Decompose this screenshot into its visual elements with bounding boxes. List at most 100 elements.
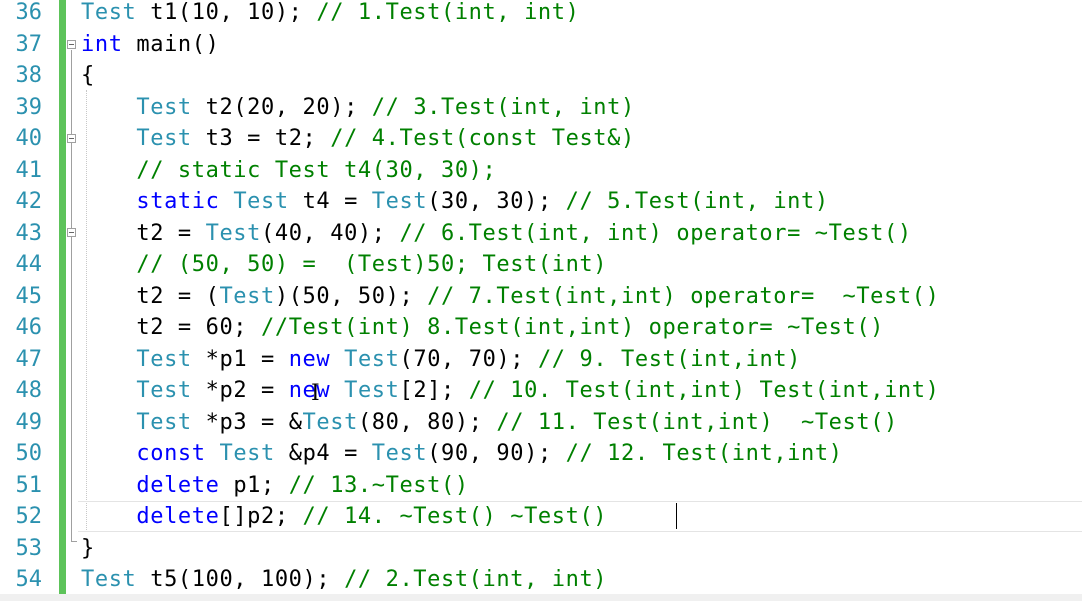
code-editor[interactable]: 36 37 38 39 40 41 42 43 44 45 46 47 48 49 50 51 52 53 54 T… xyxy=(0,0,1082,601)
code-token: t5(100, 100); xyxy=(136,567,345,592)
code-line[interactable]: t2 = 60; //Test(int) 8.Test(int,int) ope… xyxy=(81,312,884,344)
code-token: &p4 = xyxy=(274,441,372,466)
code-token: Test xyxy=(136,126,192,151)
code-line[interactable]: Test *p2 = new Test[2]; // 10. Test(int,… xyxy=(81,375,939,407)
code-line[interactable]: delete p1; // 13.~Test() xyxy=(81,470,469,502)
code-token: delete xyxy=(136,472,220,498)
code-token: Test xyxy=(205,220,261,246)
code-line[interactable]: Test t5(100, 100); // 2.Test(int, int) xyxy=(81,564,607,596)
code-token: static xyxy=(136,189,220,214)
code-token: new xyxy=(288,346,331,372)
code-line[interactable]: Test t2(20, 20); // 3.Test(int, int) xyxy=(81,92,635,124)
code-token: // 5.Test(int, int) xyxy=(565,189,829,214)
code-token: *p1 = xyxy=(191,346,289,372)
code-token: p1; xyxy=(219,472,289,498)
code-token: Test xyxy=(371,189,428,214)
code-token: (40, 40); xyxy=(261,220,400,246)
code-token: (80, 80); xyxy=(357,409,497,435)
code-line[interactable]: // static Test t4(30, 30); xyxy=(81,155,496,187)
code-token: Test xyxy=(136,346,192,372)
code-token: // 11. Test(int,int) ~Test() xyxy=(496,409,898,435)
line-number: 36 xyxy=(15,0,43,25)
code-line[interactable]: int main() xyxy=(81,29,219,61)
line-number: 38 xyxy=(15,63,43,88)
code-token: t1(10, 10); xyxy=(136,0,317,25)
code-token: Test xyxy=(344,346,400,372)
code-line[interactable]: const Test &p4 = Test(90, 90); // 12. Te… xyxy=(81,438,843,470)
code-token: Test xyxy=(219,283,275,309)
code-token: Test xyxy=(344,378,400,403)
code-token: // 10. Test(int,int) Test(int,int) xyxy=(468,378,940,403)
code-token: [2]; xyxy=(399,378,469,403)
fold-end-marker xyxy=(71,541,77,542)
code-token: (70, 70); xyxy=(399,346,538,372)
code-token: t2 = 60; xyxy=(81,315,261,340)
code-line[interactable]: delete[]p2; // 14. ~Test() ~Test() xyxy=(81,501,607,533)
code-token: t4 = xyxy=(288,189,372,214)
line-number: 40 xyxy=(15,126,43,151)
collapse-main-icon[interactable] xyxy=(67,40,76,49)
code-token: (90, 90); xyxy=(427,441,566,466)
code-token: Test xyxy=(219,441,275,466)
line-number: 49 xyxy=(15,409,43,435)
code-token: Test xyxy=(136,94,192,120)
code-token: // 1.Test(int, int) xyxy=(316,0,580,25)
collapse-region-icon[interactable] xyxy=(67,134,76,143)
code-token: Test xyxy=(136,378,192,403)
code-line[interactable]: Test t1(10, 10); // 1.Test(int, int) xyxy=(81,0,579,29)
code-token: t2 = ( xyxy=(81,283,220,309)
code-token: Test xyxy=(371,441,428,466)
fold-guide-line xyxy=(71,50,72,542)
code-token: t2(20, 20); xyxy=(191,94,372,120)
code-token: *p3 = & xyxy=(191,409,303,435)
code-line[interactable]: Test t3 = t2; // 4.Test(const Test&) xyxy=(81,123,635,155)
collapse-region-icon[interactable] xyxy=(67,228,76,237)
code-token: Test xyxy=(136,409,192,435)
line-number: 51 xyxy=(15,472,43,498)
code-token: // 7.Test(int,int) operator= ~Test() xyxy=(427,283,940,309)
code-line[interactable]: Test *p1 = new Test(70, 70); // 9. Test(… xyxy=(81,344,801,376)
code-token: t3 = t2; xyxy=(191,126,331,151)
code-token: (30, 30); xyxy=(427,189,566,214)
code-token: Test xyxy=(302,409,358,435)
horizontal-scrollbar[interactable] xyxy=(0,594,1082,601)
code-token: // 4.Test(const Test&) xyxy=(330,126,635,151)
code-token: Test xyxy=(233,189,289,214)
code-token: int xyxy=(81,31,123,57)
code-line[interactable]: Test *p3 = &Test(80, 80); // 11. Test(in… xyxy=(81,407,898,439)
ibeam-cursor-icon: I xyxy=(311,381,320,406)
line-number: 48 xyxy=(15,378,43,403)
code-token: // static Test t4(30, 30); xyxy=(136,157,497,183)
text-caret xyxy=(676,503,677,529)
code-line[interactable]: t2 = (Test)(50, 50); // 7.Test(int,int) … xyxy=(81,281,939,313)
code-token: { xyxy=(81,63,95,88)
code-token: Test xyxy=(81,567,137,592)
code-token: t2 = xyxy=(81,220,206,246)
line-number: 45 xyxy=(15,283,43,309)
code-line[interactable]: // (50, 50) = (Test)50; Test(int) xyxy=(81,249,607,281)
line-number: 37 xyxy=(15,31,43,57)
code-token: delete xyxy=(136,504,220,529)
line-number: 42 xyxy=(15,189,43,214)
line-number: 43 xyxy=(15,220,43,246)
code-line[interactable]: } xyxy=(81,533,95,565)
code-token: []p2; xyxy=(219,504,303,529)
code-line[interactable]: { xyxy=(81,60,95,92)
code-line[interactable]: static Test t4 = Test(30, 30); // 5.Test… xyxy=(81,186,829,218)
code-line[interactable]: t2 = Test(40, 40); // 6.Test(int, int) o… xyxy=(81,218,912,250)
code-token: Test xyxy=(81,0,137,25)
